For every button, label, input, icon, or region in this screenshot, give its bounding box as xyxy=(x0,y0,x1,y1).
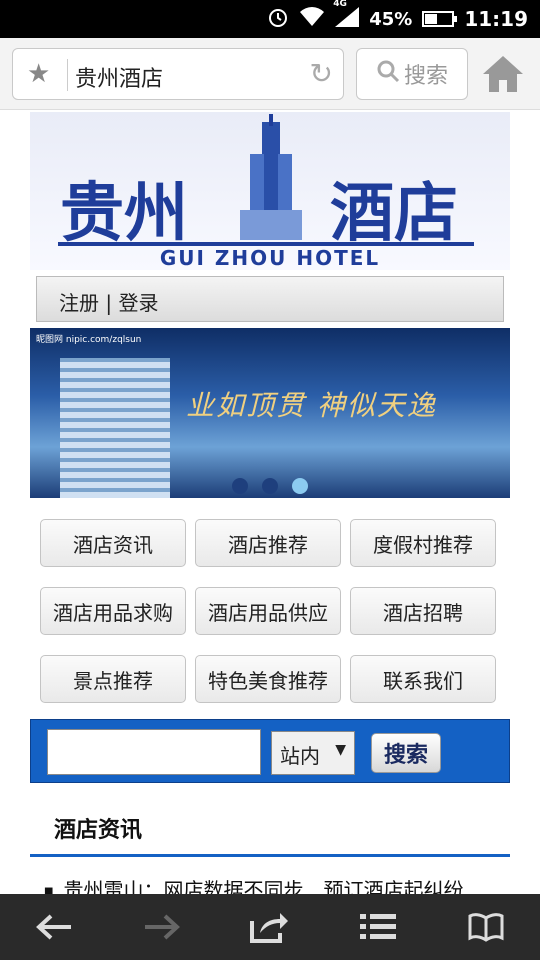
section-divider xyxy=(30,854,510,857)
reload-icon[interactable]: ↻ xyxy=(310,59,333,89)
carousel-dots xyxy=(30,478,510,494)
tower-icon xyxy=(236,114,306,246)
url-text[interactable]: 贵州酒店 xyxy=(75,61,163,93)
menu-button[interactable]: 酒店资讯 xyxy=(40,519,186,567)
battery-icon xyxy=(422,11,458,27)
menu-list-icon[interactable] xyxy=(348,897,408,957)
clock: 11:19 xyxy=(464,7,528,31)
logo-text-left: 贵州 xyxy=(60,176,188,251)
menu-button[interactable]: 酒店招聘 xyxy=(350,587,496,635)
search-scope-value: 站内 xyxy=(280,744,320,768)
battery-percent: 45% xyxy=(369,8,413,30)
bookmark-star-icon[interactable]: ★ xyxy=(27,61,53,87)
wifi-icon xyxy=(299,6,325,32)
banner-carousel[interactable]: 昵图网 nipic.com/zqlsun 业如顶贯 神似天逸 xyxy=(30,328,510,498)
hotel-building-image xyxy=(60,358,170,498)
carousel-dot[interactable] xyxy=(262,478,278,494)
search-icon xyxy=(376,59,400,89)
search-input[interactable] xyxy=(47,729,261,775)
signal-icon: 4G xyxy=(333,0,360,32)
logo-english: GUI ZHOU HOTEL xyxy=(159,246,381,270)
search-label: 搜索 xyxy=(403,64,448,89)
menu-button[interactable]: 酒店推荐 xyxy=(195,519,341,567)
forward-icon[interactable] xyxy=(132,897,192,957)
logo-text-right: 酒店 xyxy=(330,176,458,251)
bookmarks-book-icon[interactable] xyxy=(456,897,516,957)
carousel-dot[interactable] xyxy=(292,478,308,494)
status-bar: 4G 45% 11:19 xyxy=(0,0,540,38)
alarm-icon xyxy=(267,6,289,33)
site-logo: 贵州 酒店 GUI ZHOU HOTEL xyxy=(30,112,510,270)
site-search-bar: 站内 ▼ 搜索 xyxy=(30,719,510,783)
section-title: 酒店资讯 xyxy=(54,818,143,843)
login-register-link[interactable]: 注册 | 登录 xyxy=(59,291,158,315)
share-icon[interactable] xyxy=(240,897,300,957)
browser-search-button[interactable]: 搜索 xyxy=(356,48,468,100)
carousel-dot[interactable] xyxy=(232,478,248,494)
menu-button[interactable]: 酒店用品供应 xyxy=(195,587,341,635)
menu-button[interactable]: 特色美食推荐 xyxy=(195,655,341,703)
network-type: 4G xyxy=(333,0,347,9)
banner-slogan: 业如顶贯 神似天逸 xyxy=(186,389,437,422)
dropdown-arrow-icon: ▼ xyxy=(335,742,346,758)
menu-button[interactable]: 景点推荐 xyxy=(40,655,186,703)
banner-watermark: 昵图网 nipic.com/zqlsun xyxy=(36,335,142,345)
menu-button[interactable]: 酒店用品求购 xyxy=(40,587,186,635)
url-divider xyxy=(67,59,68,91)
back-icon[interactable] xyxy=(24,897,84,957)
url-bar[interactable]: ★ 贵州酒店 ↻ xyxy=(12,48,344,100)
login-register-bar[interactable]: 注册 | 登录 xyxy=(36,276,504,322)
search-button[interactable]: 搜索 xyxy=(371,733,441,773)
menu-button[interactable]: 度假村推荐 xyxy=(350,519,496,567)
menu-button[interactable]: 联系我们 xyxy=(350,655,496,703)
browser-bottom-nav xyxy=(0,894,540,960)
search-scope-select[interactable]: 站内 ▼ xyxy=(271,731,355,775)
home-icon[interactable] xyxy=(480,52,526,96)
browser-toolbar: ★ 贵州酒店 ↻ 搜索 xyxy=(0,38,540,110)
